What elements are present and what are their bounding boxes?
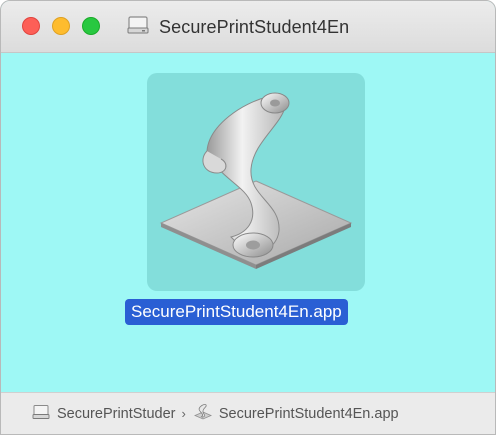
path-bar: SecurePrintStuder › SecurePrintStudent4E… [1,392,495,434]
path-item-volume[interactable]: SecurePrintStuder [32,404,175,424]
folder-content-area[interactable]: SecurePrintStudent4En.app [1,53,495,392]
script-app-icon [193,403,212,425]
path-item-label: SecurePrintStuder [57,405,176,422]
file-item[interactable] [147,73,365,291]
disk-icon [127,15,149,40]
close-button[interactable] [22,17,40,35]
window-title: SecurePrintStudent4En [159,16,350,37]
minimize-button[interactable] [52,17,70,35]
window-title-group: SecurePrintStudent4En [127,13,349,41]
disk-icon [32,404,50,424]
path-separator: › [181,406,186,421]
finder-window: SecurePrintStudent4En SecurePrintStudent… [0,0,496,435]
title-bar[interactable]: SecurePrintStudent4En [1,1,495,53]
path-item-app[interactable]: SecurePrintStudent4En.app [193,403,399,425]
file-name-label[interactable]: SecurePrintStudent4En.app [125,299,348,325]
path-item-label: SecurePrintStudent4En.app [218,405,399,422]
zoom-button[interactable] [82,17,100,35]
script-app-icon [159,92,353,269]
